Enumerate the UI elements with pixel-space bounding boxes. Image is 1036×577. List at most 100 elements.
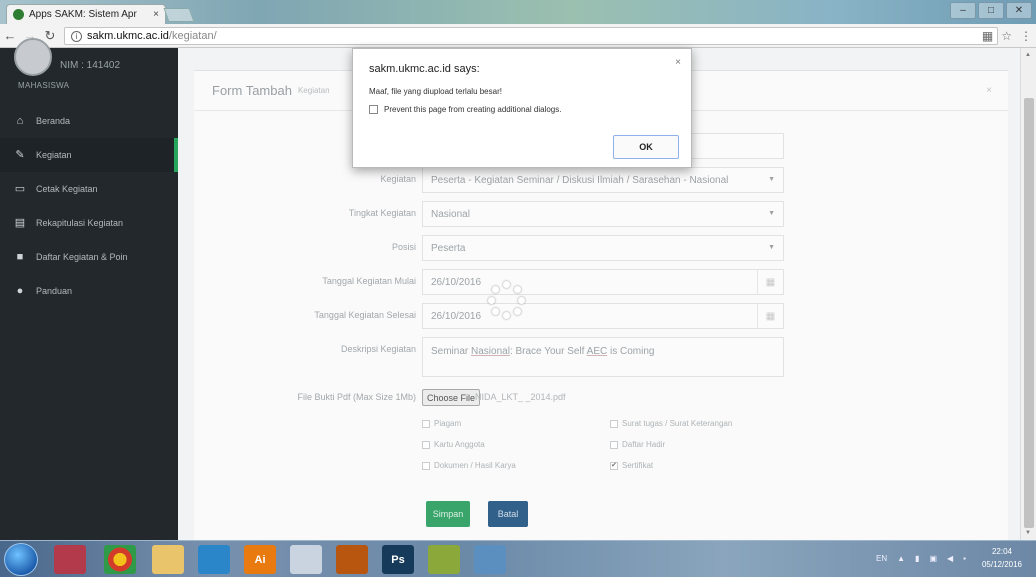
menu-icon[interactable]: ⋮ xyxy=(1020,29,1032,43)
app-icon[interactable] xyxy=(336,545,368,574)
flag-icon[interactable]: ▪ xyxy=(963,554,966,563)
sidebar: NIM : 141402 MAHASISWA ⌂ Beranda ✎ Kegia… xyxy=(0,38,178,540)
new-tab-button[interactable] xyxy=(163,8,195,22)
sidebar-item-kegiatan[interactable]: ✎ Kegiatan xyxy=(0,138,178,172)
sidebar-item-label: Kegiatan xyxy=(36,150,72,160)
ok-button[interactable]: OK xyxy=(613,135,679,159)
clock[interactable]: 22:04 05/12/2016 xyxy=(972,545,1032,571)
spinner-dot xyxy=(514,286,521,293)
start-button[interactable] xyxy=(4,543,38,576)
scroll-down-icon[interactable]: ▼ xyxy=(1025,530,1031,536)
sidebar-item-cetak-kegiatan[interactable]: ▭ Cetak Kegiatan xyxy=(0,172,178,206)
checkbox-box[interactable] xyxy=(369,105,378,114)
media-player-icon[interactable] xyxy=(198,545,230,574)
chrome-icon[interactable] xyxy=(104,545,136,574)
cancel-button[interactable]: Batal xyxy=(488,501,528,527)
checkbox-box[interactable] xyxy=(422,419,430,428)
sidebar-item-panduan[interactable]: ● Panduan xyxy=(0,274,178,308)
sidebar-item-daftar-kegiatan[interactable]: ■ Daftar Kegiatan & Poin xyxy=(0,240,178,274)
spinner-dot xyxy=(488,297,495,304)
dialog-title: sakm.ukmc.ac.id says: xyxy=(369,63,480,75)
minimize-button[interactable]: – xyxy=(950,2,976,19)
checkbox-kartu-anggota[interactable]: Kartu Anggota xyxy=(422,440,485,449)
page-scrollbar[interactable]: ▲ ▼ xyxy=(1020,48,1036,540)
checkbox-label: Sertifikat xyxy=(622,461,654,470)
checkbox-dokumen[interactable]: Dokumen / Hasil Karya xyxy=(422,461,516,470)
app-icon[interactable] xyxy=(54,545,86,574)
prevent-dialogs-checkbox[interactable]: Prevent this page from creating addition… xyxy=(369,105,561,114)
address-bar[interactable]: i sakm.ukmc.ac.id/kegiatan/ xyxy=(64,27,998,45)
tingkat-select[interactable]: Nasional ▼ xyxy=(422,201,784,227)
window-controls: – □ ✕ xyxy=(950,2,1032,19)
dialog-close-icon[interactable]: × xyxy=(675,57,681,68)
home-icon: ⌂ xyxy=(16,115,24,127)
folder-icon[interactable] xyxy=(152,545,184,574)
calendar-icon[interactable]: ▦ xyxy=(757,270,783,294)
deskripsi-part: is Coming xyxy=(607,346,655,357)
tray-arrow-icon[interactable]: ▲ xyxy=(897,554,905,563)
selesai-value: 26/10/2016 xyxy=(431,310,482,322)
row-tingkat: Tingkat Kegiatan Nasional ▼ xyxy=(194,201,1008,227)
app-icon[interactable] xyxy=(428,545,460,574)
volume-icon[interactable]: ◀ xyxy=(947,554,953,563)
browser-tab[interactable]: Apps SAKM: Sistem Apr × xyxy=(6,4,166,24)
checkmark-icon[interactable]: ✔ xyxy=(610,461,618,470)
checkbox-box[interactable] xyxy=(422,440,430,449)
language-indicator[interactable]: EN xyxy=(876,554,887,563)
back-arrow-icon[interactable]: ← xyxy=(0,28,20,43)
selesai-label: Tanggal Kegiatan Selesai xyxy=(314,310,416,320)
calendar-icon[interactable]: ▦ xyxy=(757,304,783,328)
sidebar-item-label: Daftar Kegiatan & Poin xyxy=(36,252,128,262)
info-icon[interactable]: i xyxy=(71,30,82,42)
bookmark-star-icon[interactable]: ☆ xyxy=(1001,29,1012,43)
deskripsi-text: Seminar Nasional: Brace Your Self AEC is… xyxy=(431,346,654,357)
checkbox-label: Daftar Hadir xyxy=(622,440,666,449)
network-icon[interactable]: ▣ xyxy=(929,554,937,563)
user-panel: NIM : 141402 MAHASISWA xyxy=(0,38,178,104)
dialog-message: Maaf, file yang diupload terlalu besar! xyxy=(369,87,502,96)
checkbox-piagam[interactable]: Piagam xyxy=(422,419,461,428)
checkbox-box[interactable] xyxy=(610,440,618,449)
sidebar-item-beranda[interactable]: ⌂ Beranda xyxy=(0,104,178,138)
url-host: sakm.ukmc.ac.id xyxy=(87,30,169,42)
save-button[interactable]: Simpan xyxy=(426,501,470,527)
sidebar-item-rekapitulasi[interactable]: ▤ Rekapitulasi Kegiatan xyxy=(0,206,178,240)
kegiatan-select[interactable]: Peserta - Kegiatan Seminar / Diskusi Ilm… xyxy=(422,167,784,193)
sidebar-item-label: Rekapitulasi Kegiatan xyxy=(36,218,124,228)
app-icon[interactable] xyxy=(290,545,322,574)
loading-spinner-icon xyxy=(487,281,527,321)
mulai-date-input[interactable]: 26/10/2016 ▦ xyxy=(422,269,784,295)
selesai-date-input[interactable]: 26/10/2016 ▦ xyxy=(422,303,784,329)
signal-icon[interactable]: ▮ xyxy=(915,554,919,563)
scrollbar-thumb[interactable] xyxy=(1024,98,1034,528)
checkbox-daftar-hadir[interactable]: Daftar Hadir xyxy=(610,440,665,449)
deskripsi-part: Seminar xyxy=(431,346,472,357)
close-window-button[interactable]: ✕ xyxy=(1006,2,1032,19)
user-role: MAHASISWA xyxy=(18,81,70,90)
caret-down-icon: ▼ xyxy=(768,244,775,251)
checkbox-surat-tugas[interactable]: Surat tugas / Surat Keterangan xyxy=(610,419,732,428)
user-nim: NIM : 141402 xyxy=(60,60,121,71)
scroll-up-icon[interactable]: ▲ xyxy=(1025,52,1031,58)
choose-file-button[interactable]: Choose File xyxy=(422,389,481,406)
illustrator-icon[interactable]: Ai xyxy=(244,545,276,574)
checkbox-box[interactable] xyxy=(610,419,618,428)
maximize-button[interactable]: □ xyxy=(978,2,1004,19)
sidebar-item-label: Panduan xyxy=(36,286,73,296)
checkbox-box[interactable] xyxy=(422,461,430,470)
app-icon[interactable] xyxy=(474,545,506,574)
posisi-select[interactable]: Peserta ▼ xyxy=(422,235,784,261)
panel-close-icon[interactable]: × xyxy=(986,85,992,96)
photoshop-icon[interactable]: Ps xyxy=(382,545,414,574)
deskripsi-textarea[interactable]: Seminar Nasional: Brace Your Self AEC is… xyxy=(422,337,784,377)
taskbar: Ai Ps EN ▲ ▮ ▣ ◀ ▪ 22:04 05/12/2016 xyxy=(0,540,1036,577)
tab-title: Apps SAKM: Sistem Apr xyxy=(29,9,137,20)
tab-close-icon[interactable]: × xyxy=(153,9,159,20)
print-icon: ▭ xyxy=(14,183,26,195)
caret-down-icon: ▼ xyxy=(768,176,775,183)
checkbox-sertifikat[interactable]: ✔ Sertifikat xyxy=(610,461,653,470)
spinner-dot xyxy=(492,286,499,293)
posisi-value: Peserta xyxy=(431,242,466,254)
translate-icon[interactable]: ▦ xyxy=(982,29,993,43)
spinner-dot xyxy=(503,312,510,319)
